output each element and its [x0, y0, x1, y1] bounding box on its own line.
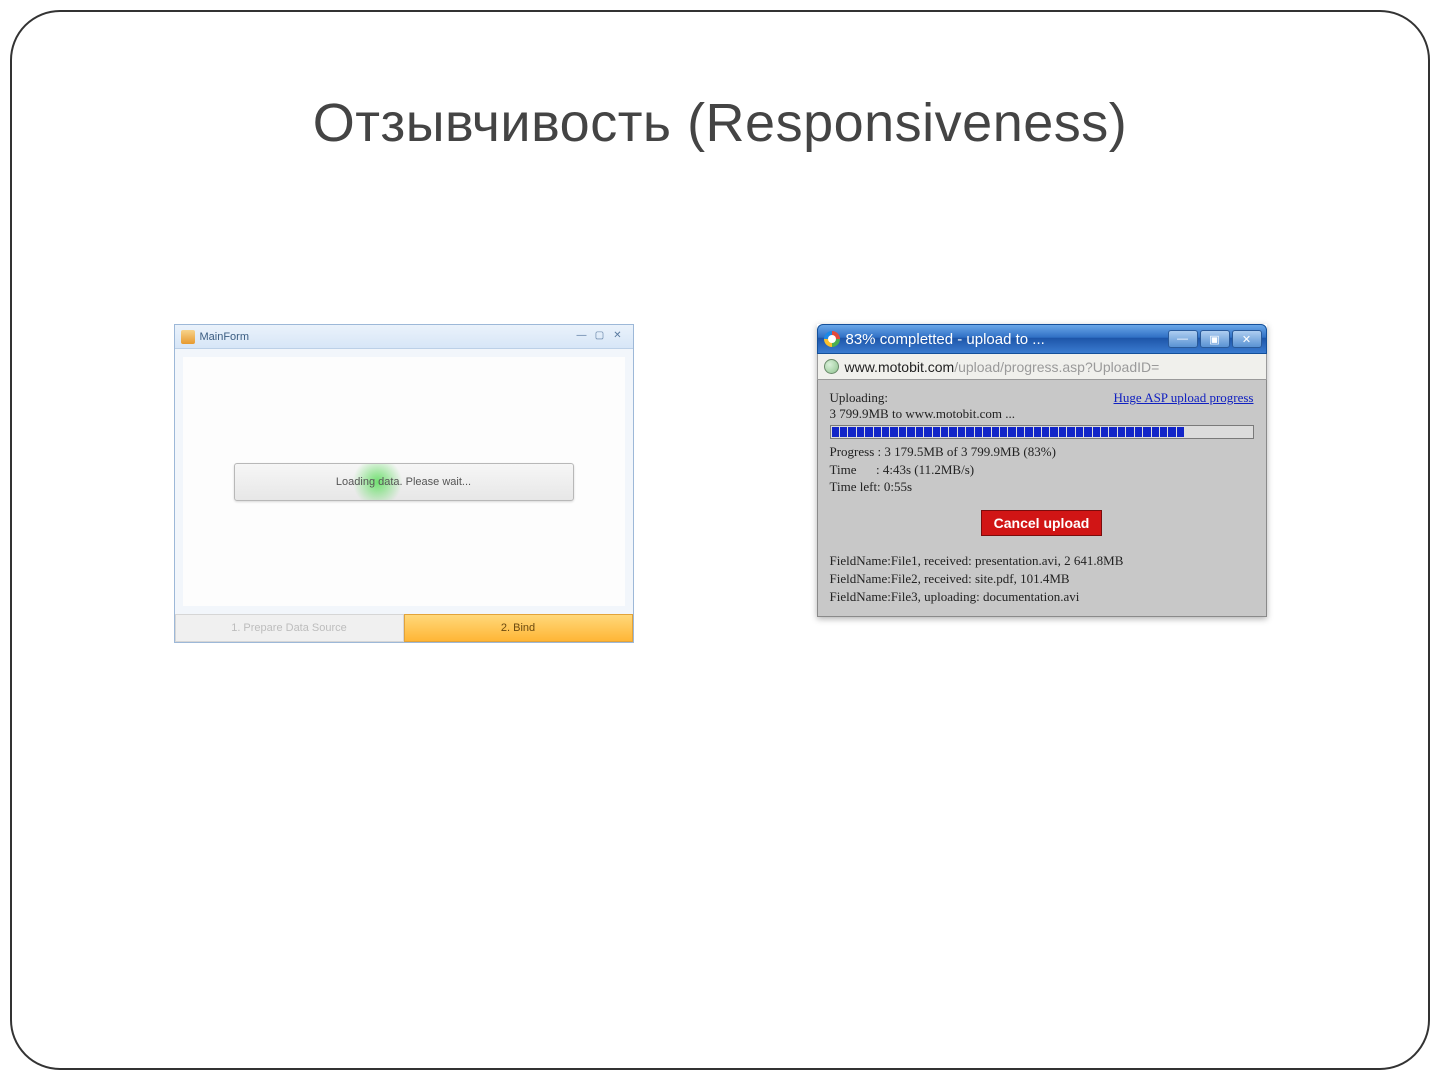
mainform-body: Loading data. Please wait...	[175, 349, 633, 614]
maximize-button[interactable]: ▢	[591, 330, 609, 344]
progress-segment-filled	[1160, 427, 1167, 437]
progress-segment-filled	[1076, 427, 1083, 437]
uploading-label: Uploading:	[830, 390, 889, 406]
cancel-upload-button[interactable]: Cancel upload	[981, 510, 1103, 536]
progress-segment-filled	[933, 427, 940, 437]
progress-segment-filled	[992, 427, 999, 437]
mainform-app-icon	[181, 330, 195, 344]
progress-segment-filled	[1067, 427, 1074, 437]
mainform-title-text: MainForm	[200, 331, 250, 343]
progress-segment-filled	[941, 427, 948, 437]
progress-segment-filled	[1025, 427, 1032, 437]
progress-segment-filled	[924, 427, 931, 437]
upload-close-button[interactable]: ✕	[1232, 330, 1262, 348]
file-status-1: FieldName:File1, received: presentation.…	[830, 552, 1254, 570]
progress-segment-filled	[949, 427, 956, 437]
progress-segment-filled	[1084, 427, 1091, 437]
progress-segment-filled	[832, 427, 839, 437]
file-status-2: FieldName:File2, received: site.pdf, 101…	[830, 570, 1254, 588]
loading-text: Loading data. Please wait...	[336, 476, 471, 488]
loading-indicator: Loading data. Please wait...	[234, 463, 574, 501]
upload-title-text: 83% completted - upload to ...	[846, 331, 1045, 348]
progress-segment-filled	[882, 427, 889, 437]
progress-segment-filled	[1177, 427, 1184, 437]
progress-segment-filled	[1050, 427, 1057, 437]
progress-segment-filled	[1143, 427, 1150, 437]
address-bar[interactable]: www.motobit.com/upload/progress.asp?Uplo…	[817, 354, 1267, 380]
progress-segment-empty	[1219, 427, 1226, 437]
progress-segment-filled	[983, 427, 990, 437]
progress-segment-filled	[1008, 427, 1015, 437]
progress-segment-filled	[1152, 427, 1159, 437]
progress-segment-filled	[1000, 427, 1007, 437]
progress-segment-filled	[1059, 427, 1066, 437]
progress-segment-filled	[916, 427, 923, 437]
time-left-line: Time left: 0:55s	[830, 478, 1254, 496]
upload-titlebar[interactable]: 83% completted - upload to ... — ▣ ✕	[817, 324, 1267, 354]
progress-segment-empty	[1185, 427, 1192, 437]
progress-segment-filled	[975, 427, 982, 437]
progress-segment-filled	[1101, 427, 1108, 437]
slide-content: MainForm — ▢ ✕ Loading data. Please wait…	[72, 324, 1368, 643]
upload-progress-link[interactable]: Huge ASP upload progress	[1114, 390, 1254, 406]
progress-segment-filled	[865, 427, 872, 437]
progress-segment-filled	[907, 427, 914, 437]
globe-icon	[824, 359, 839, 374]
progress-line: Progress : 3 179.5MB of 3 799.9MB (83%)	[830, 443, 1254, 461]
progress-segment-filled	[890, 427, 897, 437]
mainform-steps: 1. Prepare Data Source 2. Bind	[175, 614, 633, 642]
step-bind[interactable]: 2. Bind	[404, 614, 633, 642]
progress-segment-filled	[874, 427, 881, 437]
upload-window: 83% completted - upload to ... — ▣ ✕ www…	[817, 324, 1267, 617]
close-button[interactable]: ✕	[609, 330, 627, 344]
progress-segment-filled	[899, 427, 906, 437]
progress-segment-empty	[1194, 427, 1201, 437]
step-prepare-data-source[interactable]: 1. Prepare Data Source	[175, 614, 404, 642]
progress-segment-filled	[1135, 427, 1142, 437]
slide-frame: Отзывчивость (Responsiveness) MainForm —…	[10, 10, 1430, 1070]
url-path: /upload/progress.asp?UploadID=	[954, 359, 1159, 375]
progress-segment-filled	[1042, 427, 1049, 437]
progress-segment-filled	[958, 427, 965, 437]
progress-bar	[830, 425, 1254, 439]
file-status-3: FieldName:File3, uploading: documentatio…	[830, 588, 1254, 606]
url-domain: www.motobit.com	[845, 359, 955, 375]
mainform-window: MainForm — ▢ ✕ Loading data. Please wait…	[174, 324, 634, 643]
slide-title: Отзывчивость (Responsiveness)	[72, 92, 1368, 154]
upload-page: Uploading: Huge ASP upload progress 3 79…	[817, 380, 1267, 617]
upload-maximize-button[interactable]: ▣	[1200, 330, 1230, 348]
chrome-icon	[824, 331, 840, 347]
minimize-button[interactable]: —	[573, 330, 591, 344]
progress-segment-filled	[1168, 427, 1175, 437]
time-line: Time : 4:43s (11.2MB/s)	[830, 461, 1254, 479]
upload-minimize-button[interactable]: —	[1168, 330, 1198, 348]
progress-segment-filled	[848, 427, 855, 437]
progress-segment-filled	[1017, 427, 1024, 437]
progress-segment-filled	[857, 427, 864, 437]
progress-segment-filled	[1093, 427, 1100, 437]
progress-segment-filled	[966, 427, 973, 437]
progress-segment-empty	[1236, 427, 1243, 437]
progress-segment-empty	[1244, 427, 1251, 437]
progress-segment-empty	[1227, 427, 1234, 437]
progress-segment-filled	[1126, 427, 1133, 437]
upload-dest-line: 3 799.9MB to www.motobit.com ...	[830, 406, 1254, 422]
progress-segment-filled	[1118, 427, 1125, 437]
progress-segment-filled	[840, 427, 847, 437]
progress-segment-filled	[1034, 427, 1041, 437]
progress-segment-empty	[1210, 427, 1217, 437]
progress-segment-empty	[1202, 427, 1209, 437]
progress-segment-filled	[1109, 427, 1116, 437]
mainform-titlebar[interactable]: MainForm — ▢ ✕	[175, 325, 633, 349]
